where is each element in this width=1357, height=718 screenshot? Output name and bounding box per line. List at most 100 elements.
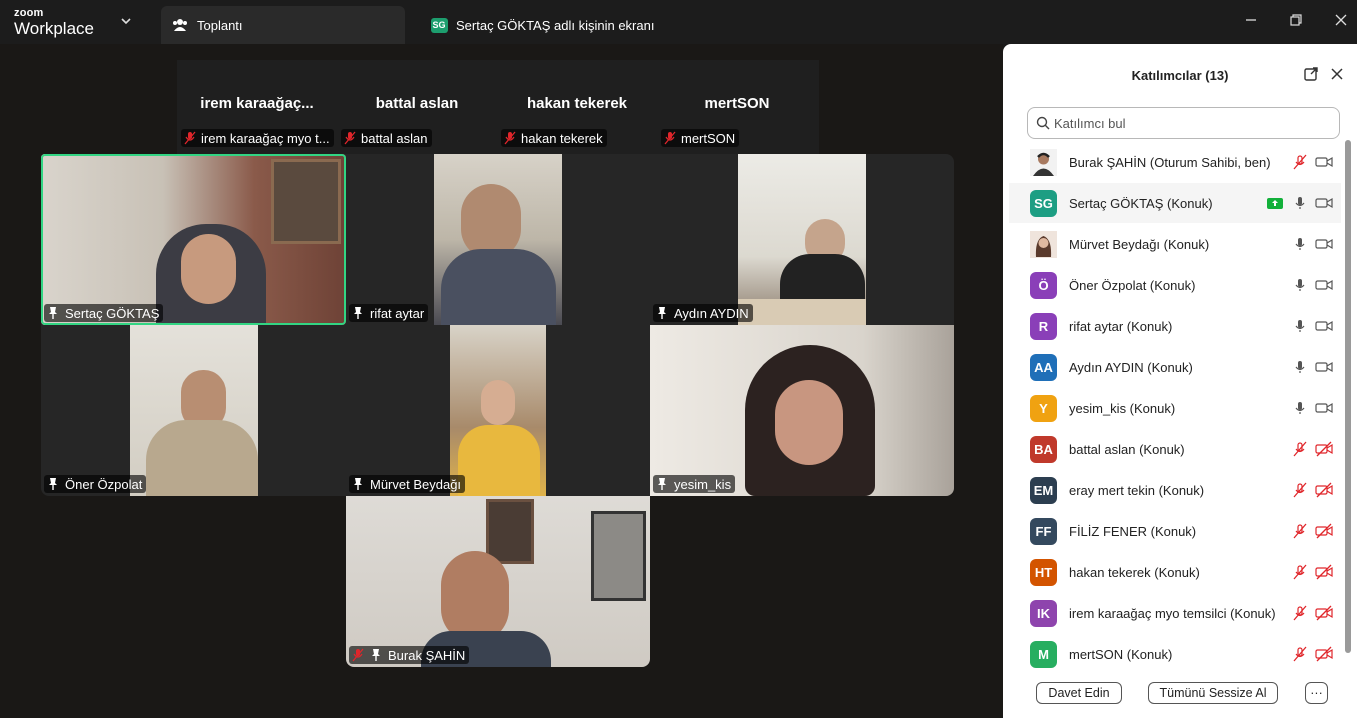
participant-row[interactable]: Yyesim_kis (Konuk) <box>1009 388 1341 428</box>
brand-bottom: Workplace <box>14 19 94 38</box>
scrollbar-thumb[interactable] <box>1345 140 1351 653</box>
camera-icon[interactable] <box>1315 359 1333 375</box>
participant-row[interactable]: HT hakan tekerek (Konuk) <box>1009 552 1341 592</box>
participant-row[interactable]: AA Aydın AYDIN (Konuk) <box>1009 347 1341 387</box>
video-tile[interactable]: Sertaç GÖKTAŞ <box>41 154 346 325</box>
camera-icon[interactable] <box>1315 318 1333 334</box>
participant-row[interactable]: Burak ŞAHİN (Oturum Sahibi, ben) <box>1009 142 1341 182</box>
video-name-text: rifat aytar <box>370 305 425 321</box>
participant-row[interactable]: BA battal aslan (Konuk) <box>1009 429 1341 469</box>
participant-row[interactable]: Rrifat aytar (Konuk) <box>1009 306 1341 346</box>
avatar: Y <box>1030 394 1057 422</box>
video-name-label: Öner Özpolat <box>44 475 147 493</box>
strip-tile[interactable]: battal aslan battal aslan <box>337 60 497 154</box>
camera-off-icon[interactable] <box>1315 646 1333 662</box>
mic-icon[interactable] <box>1292 236 1308 252</box>
avatar: HT <box>1030 558 1057 586</box>
mute-all-button[interactable]: Tümünü Sessize Al <box>1148 682 1278 704</box>
video-name-label: Mürvet Beydağı <box>349 475 466 493</box>
more-options-button[interactable]: ··· <box>1305 682 1328 704</box>
participant-name: yesim_kis (Konuk) <box>1069 400 1176 416</box>
participant-row[interactable]: FF FİLİZ FENER (Konuk) <box>1009 511 1341 551</box>
camera-icon[interactable] <box>1315 400 1333 416</box>
mic-icon[interactable] <box>1292 277 1308 293</box>
restore-button[interactable] <box>1286 10 1306 30</box>
mic-icon[interactable] <box>1292 359 1308 375</box>
camera-off-icon[interactable] <box>1315 441 1333 457</box>
mic-muted-icon[interactable] <box>1292 441 1308 457</box>
mic-muted-icon[interactable] <box>1292 564 1308 580</box>
search-input[interactable] <box>1054 115 1324 131</box>
mic-muted-icon[interactable] <box>1292 605 1308 621</box>
participant-row[interactable]: Ö Öner Özpolat (Konuk) <box>1009 265 1341 305</box>
tab-meeting[interactable]: Toplantı <box>161 6 405 44</box>
person-face <box>181 234 236 304</box>
pin-icon <box>658 478 666 490</box>
camera-off-icon[interactable] <box>1315 482 1333 498</box>
panel-footer: Davet Edin Tümünü Sessize Al ··· <box>1003 668 1357 718</box>
close-window-button[interactable] <box>1331 10 1351 30</box>
chevron-down-icon[interactable] <box>120 15 132 27</box>
mic-muted-icon[interactable] <box>1292 523 1308 539</box>
video-name-label: Aydın AYDIN <box>653 304 753 322</box>
camera-off-icon[interactable] <box>1315 564 1333 580</box>
participant-row[interactable]: Mürvet Beydağı (Konuk) <box>1009 224 1341 264</box>
camera-icon[interactable] <box>1315 195 1333 211</box>
mic-icon[interactable] <box>1292 195 1308 211</box>
mic-muted-icon[interactable] <box>1292 646 1308 662</box>
participant-row[interactable]: SG Sertaç GÖKTAŞ (Konuk) <box>1009 183 1341 223</box>
strip-tile[interactable]: hakan tekerek hakan tekerek <box>497 60 657 154</box>
mic-icon[interactable] <box>1292 318 1308 334</box>
video-tile[interactable]: Öner Özpolat <box>41 325 346 496</box>
strip-label-text: irem karaağaç myo t... <box>201 130 330 146</box>
video-name-text: Mürvet Beydağı <box>370 476 462 492</box>
camera-off-icon[interactable] <box>1315 523 1333 539</box>
pop-out-icon[interactable] <box>1303 66 1319 82</box>
tab-screen-share[interactable]: SG Sertaç GÖKTAŞ adlı kişinin ekranı <box>420 6 654 44</box>
title-bar: zoom Workplace Toplantı SG Sertaç GÖKTAŞ… <box>0 0 1357 44</box>
camera-icon[interactable] <box>1315 277 1333 293</box>
avatar: R <box>1030 312 1057 340</box>
camera-off-icon[interactable] <box>1315 605 1333 621</box>
close-icon[interactable] <box>1329 66 1345 82</box>
participant-name: Öner Özpolat (Konuk) <box>1069 277 1196 293</box>
search-icon <box>1036 116 1050 130</box>
avatar <box>1030 148 1057 176</box>
video-tile[interactable]: yesim_kis <box>650 325 954 496</box>
person-silhouette <box>458 425 540 496</box>
participant-name: Burak ŞAHİN (Oturum Sahibi, ben) <box>1069 154 1271 170</box>
tab-meeting-label: Toplantı <box>197 17 243 33</box>
participant-name: battal aslan (Konuk) <box>1069 441 1185 457</box>
participant-row[interactable]: MmertSON (Konuk) <box>1009 634 1341 668</box>
wall-frame <box>591 511 646 601</box>
video-tile[interactable]: Mürvet Beydağı <box>346 325 650 496</box>
avatar: BA <box>1030 435 1057 463</box>
tab-screen-share-label: Sertaç GÖKTAŞ adlı kişinin ekranı <box>456 17 655 33</box>
muted-mic-icon <box>184 131 196 145</box>
strip-tile[interactable]: mertSON mertSON <box>657 60 817 154</box>
pin-icon <box>354 307 362 319</box>
avatar <box>1030 230 1057 258</box>
mic-muted-icon[interactable] <box>1292 154 1308 170</box>
video-tile[interactable]: Aydın AYDIN <box>650 154 954 325</box>
avatar: SG <box>1030 189 1057 217</box>
strip-tile[interactable]: irem karaağaç... irem karaağaç myo t... <box>177 60 337 154</box>
muted-mic-icon <box>344 131 356 145</box>
participant-name: rifat aytar (Konuk) <box>1069 318 1173 334</box>
invite-button[interactable]: Davet Edin <box>1036 682 1122 704</box>
camera-icon[interactable] <box>1315 154 1333 170</box>
participant-name: Aydın AYDIN (Konuk) <box>1069 359 1193 375</box>
mic-icon[interactable] <box>1292 400 1308 416</box>
desk <box>738 299 866 325</box>
camera-icon[interactable] <box>1315 236 1333 252</box>
participant-row[interactable]: IK irem karaağaç myo temsilci (Konuk) <box>1009 593 1341 633</box>
strip-display-name: irem karaağaç... <box>200 95 314 112</box>
participant-row[interactable]: EM eray mert tekin (Konuk) <box>1009 470 1341 510</box>
video-tile[interactable]: rifat aytar <box>346 154 650 325</box>
scrollbar[interactable] <box>1345 140 1351 653</box>
participant-search[interactable] <box>1027 107 1340 139</box>
mic-muted-icon[interactable] <box>1292 482 1308 498</box>
video-tile[interactable]: Burak ŞAHİN <box>346 496 650 667</box>
participant-strip: irem karaağaç... irem karaağaç myo t... … <box>177 60 819 154</box>
minimize-button[interactable] <box>1241 10 1261 30</box>
